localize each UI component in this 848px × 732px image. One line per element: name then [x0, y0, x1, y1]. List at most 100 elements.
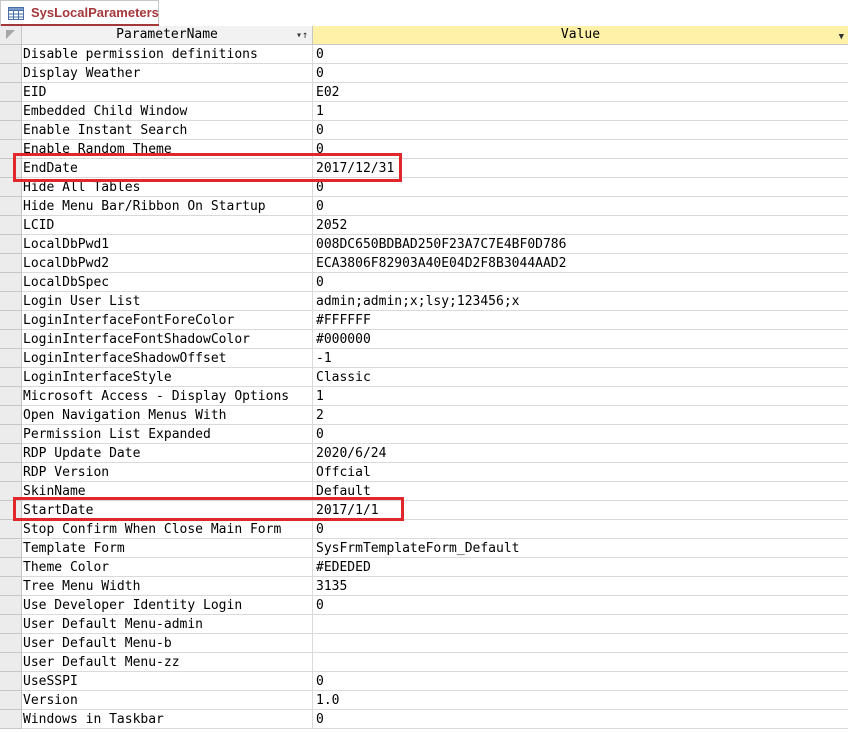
cell-value[interactable]: 008DC650BDBAD250F23A7C7E4BF0D786 [313, 235, 848, 254]
row-selector[interactable] [0, 140, 22, 159]
cell-parameter-name[interactable]: LoginInterfaceShadowOffset [22, 349, 313, 368]
cell-value[interactable]: 0 [313, 140, 848, 159]
cell-value[interactable]: #EDEDED [313, 558, 848, 577]
table-row[interactable]: LoginInterfaceStyle Classic [0, 368, 848, 387]
table-row[interactable]: SkinName Default [0, 482, 848, 501]
cell-parameter-name[interactable]: Enable Random Theme [22, 140, 313, 159]
table-row[interactable]: Stop Confirm When Close Main Form 0 [0, 520, 848, 539]
cell-value[interactable]: Classic [313, 368, 848, 387]
row-selector[interactable] [0, 558, 22, 577]
row-selector[interactable] [0, 634, 22, 653]
row-selector[interactable] [0, 292, 22, 311]
table-row[interactable]: Version 1.0 [0, 691, 848, 710]
table-row[interactable]: Template Form SysFrmTemplateForm_Default [0, 539, 848, 558]
table-row[interactable]: RDP Version Offcial [0, 463, 848, 482]
table-row[interactable]: Tree Menu Width 3135 [0, 577, 848, 596]
table-row[interactable]: LoginInterfaceFontShadowColor #000000 [0, 330, 848, 349]
cell-value[interactable]: 0 [313, 710, 848, 729]
row-selector[interactable] [0, 463, 22, 482]
table-row[interactable]: LocalDbPwd1 008DC650BDBAD250F23A7C7E4BF0D… [0, 235, 848, 254]
row-selector[interactable] [0, 368, 22, 387]
cell-value[interactable] [313, 634, 848, 653]
table-row[interactable]: Display Weather 0 [0, 64, 848, 83]
cell-parameter-name[interactable]: UseSSPI [22, 672, 313, 691]
table-row[interactable]: Hide All Tables 0 [0, 178, 848, 197]
cell-value[interactable]: 0 [313, 273, 848, 292]
cell-parameter-name[interactable]: Enable Instant Search [22, 121, 313, 140]
cell-value[interactable]: 0 [313, 64, 848, 83]
row-selector[interactable] [0, 615, 22, 634]
row-selector[interactable] [0, 64, 22, 83]
table-row[interactable]: UseSSPI 0 [0, 672, 848, 691]
table-row[interactable]: Enable Random Theme 0 [0, 140, 848, 159]
table-row[interactable]: Login User List admin;admin;x;lsy;123456;… [0, 292, 848, 311]
cell-parameter-name[interactable]: SkinName [22, 482, 313, 501]
table-row[interactable]: Enable Instant Search 0 [0, 121, 848, 140]
cell-value[interactable]: 1 [313, 387, 848, 406]
sort-filter-icon[interactable]: ▾↑ [296, 27, 308, 45]
table-row[interactable]: Embedded Child Window 1 [0, 102, 848, 121]
table-row[interactable]: Open Navigation Menus With 2 [0, 406, 848, 425]
cell-value[interactable]: 0 [313, 178, 848, 197]
cell-value[interactable]: 0 [313, 672, 848, 691]
cell-parameter-name[interactable]: Open Navigation Menus With [22, 406, 313, 425]
cell-parameter-name[interactable]: LoginInterfaceStyle [22, 368, 313, 387]
table-row[interactable]: EndDate 2017/12/31 [0, 159, 848, 178]
table-row[interactable]: Windows in Taskbar 0 [0, 710, 848, 729]
cell-value[interactable]: 0 [313, 596, 848, 615]
cell-value[interactable]: 2 [313, 406, 848, 425]
row-selector[interactable] [0, 406, 22, 425]
cell-value[interactable]: -1 [313, 349, 848, 368]
cell-value[interactable]: 0 [313, 121, 848, 140]
table-row[interactable]: User Default Menu-admin [0, 615, 848, 634]
cell-parameter-name[interactable]: LCID [22, 216, 313, 235]
row-selector[interactable] [0, 520, 22, 539]
row-selector[interactable] [0, 482, 22, 501]
cell-parameter-name[interactable]: StartDate [22, 501, 313, 520]
table-row[interactable]: RDP Update Date 2020/6/24 [0, 444, 848, 463]
cell-parameter-name[interactable]: Embedded Child Window [22, 102, 313, 121]
table-row[interactable]: Disable permission definitions 0 [0, 45, 848, 64]
table-row[interactable]: Use Developer Identity Login 0 [0, 596, 848, 615]
cell-parameter-name[interactable]: User Default Menu-zz [22, 653, 313, 672]
cell-parameter-name[interactable]: Login User List [22, 292, 313, 311]
row-selector[interactable] [0, 273, 22, 292]
row-selector[interactable] [0, 330, 22, 349]
row-selector[interactable] [0, 444, 22, 463]
row-selector[interactable] [0, 178, 22, 197]
cell-parameter-name[interactable]: LoginInterfaceFontForeColor [22, 311, 313, 330]
cell-value[interactable]: #FFFFFF [313, 311, 848, 330]
row-selector[interactable] [0, 197, 22, 216]
dropdown-arrow-icon[interactable]: ▼ [839, 28, 844, 46]
cell-value[interactable]: ECA3806F82903A40E04D2F8B3044AAD2 [313, 254, 848, 273]
cell-parameter-name[interactable]: LocalDbPwd2 [22, 254, 313, 273]
document-tab[interactable]: SysLocalParameters [0, 0, 159, 27]
cell-parameter-name[interactable]: Template Form [22, 539, 313, 558]
cell-value[interactable]: 1 [313, 102, 848, 121]
cell-parameter-name[interactable]: Permission List Expanded [22, 425, 313, 444]
cell-parameter-name[interactable]: LoginInterfaceFontShadowColor [22, 330, 313, 349]
row-selector[interactable] [0, 349, 22, 368]
cell-parameter-name[interactable]: Tree Menu Width [22, 577, 313, 596]
cell-parameter-name[interactable]: Stop Confirm When Close Main Form [22, 520, 313, 539]
cell-value[interactable]: 0 [313, 425, 848, 444]
row-selector[interactable] [0, 425, 22, 444]
cell-parameter-name[interactable]: EndDate [22, 159, 313, 178]
cell-value[interactable]: 0 [313, 45, 848, 64]
select-all-corner[interactable] [0, 26, 22, 45]
cell-value[interactable] [313, 653, 848, 672]
row-selector[interactable] [0, 121, 22, 140]
table-row[interactable]: Hide Menu Bar/Ribbon On Startup 0 [0, 197, 848, 216]
column-header-parametername[interactable]: ParameterName ▾↑ [22, 26, 313, 45]
cell-value[interactable]: Offcial [313, 463, 848, 482]
cell-value[interactable]: 2017/12/31 [313, 159, 848, 178]
column-header-value[interactable]: Value ▼ [313, 26, 848, 45]
cell-parameter-name[interactable]: Disable permission definitions [22, 45, 313, 64]
row-selector[interactable] [0, 45, 22, 64]
cell-parameter-name[interactable]: LocalDbPwd1 [22, 235, 313, 254]
cell-value[interactable]: 1.0 [313, 691, 848, 710]
cell-value[interactable]: 2020/6/24 [313, 444, 848, 463]
row-selector[interactable] [0, 387, 22, 406]
row-selector[interactable] [0, 501, 22, 520]
cell-parameter-name[interactable]: User Default Menu-b [22, 634, 313, 653]
